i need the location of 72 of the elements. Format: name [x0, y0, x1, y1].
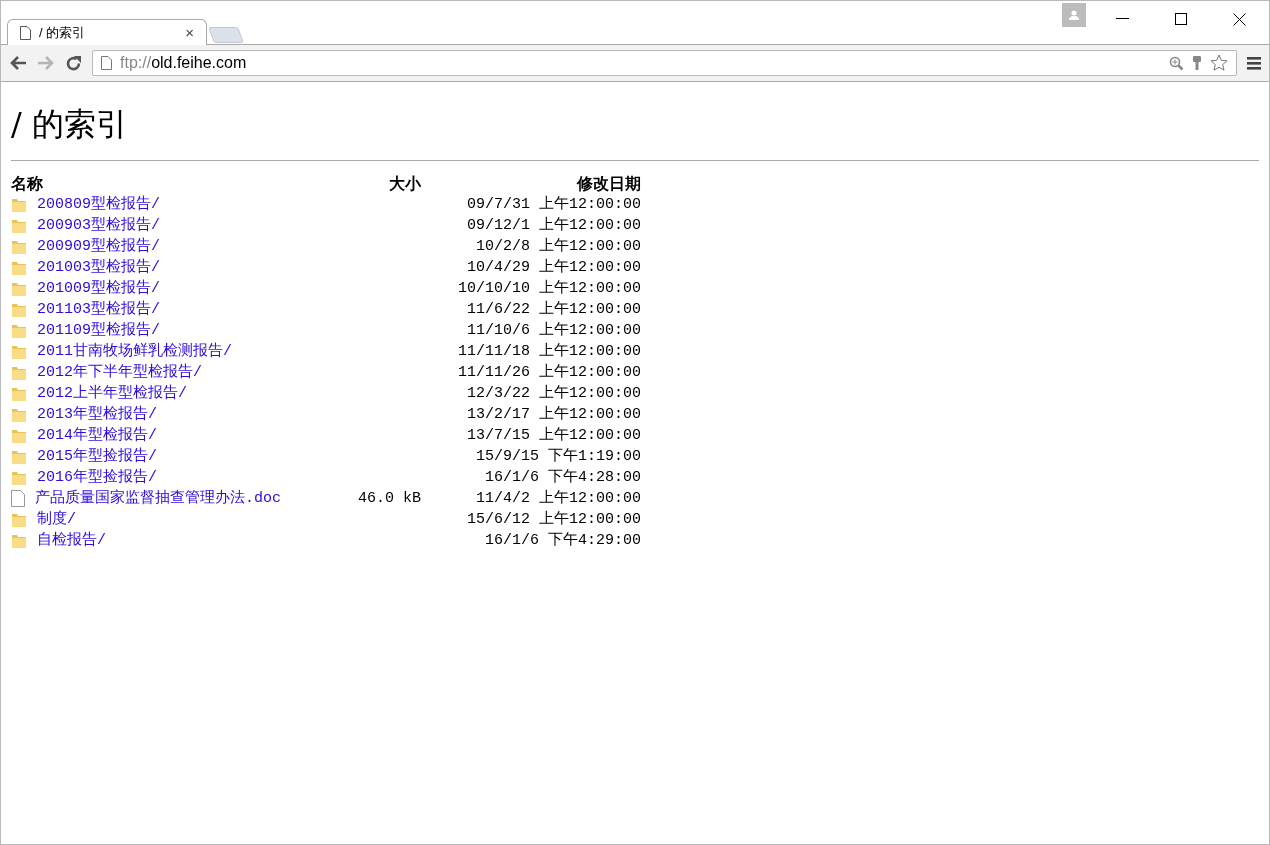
modified-date: 11/11/26 上午12:00:00 — [457, 364, 641, 381]
modified-date: 11/10/6 上午12:00:00 — [466, 322, 641, 339]
folder-link[interactable]: 2013年型检报告/ — [37, 404, 157, 425]
folder-link[interactable]: 制度/ — [37, 509, 76, 530]
modified-date: 10/10/10 上午12:00:00 — [457, 280, 641, 297]
folder-link[interactable]: 2012上半年型检报告/ — [37, 383, 187, 404]
close-tab-button[interactable]: × — [185, 25, 194, 40]
folder-link[interactable]: 200903型检报告/ — [37, 215, 160, 236]
modified-date: 12/3/22 上午12:00:00 — [466, 385, 641, 402]
folder-icon — [11, 343, 27, 360]
folder-link[interactable]: 200909型检报告/ — [37, 236, 160, 257]
modified-date: 13/7/15 上午12:00:00 — [466, 427, 641, 444]
modified-date: 11/11/18 上午12:00:00 — [457, 343, 641, 360]
zoom-icon[interactable] — [1169, 55, 1184, 71]
file-size: 46.0 kB — [358, 490, 421, 507]
folder-icon — [11, 532, 27, 549]
page-heading: / 的索引 — [11, 104, 129, 145]
file-icon — [11, 490, 25, 507]
folder-icon — [11, 238, 27, 255]
page-icon — [101, 56, 112, 70]
modified-date: 15/9/15 下午1:19:00 — [475, 448, 641, 465]
modified-date: 10/2/8 上午12:00:00 — [475, 238, 641, 255]
folder-link[interactable]: 201103型检报告/ — [37, 299, 160, 320]
folder-icon — [11, 427, 27, 444]
tab-title: / 的索引 — [39, 23, 87, 42]
file-link[interactable]: 产品质量国家监督抽查管理办法.doc — [35, 488, 281, 509]
folder-icon — [11, 448, 27, 465]
close-icon[interactable] — [1233, 13, 1246, 26]
address-bar[interactable]: ftp://old.feihe.com — [92, 50, 1237, 76]
modified-date: 09/7/31 上午12:00:00 — [466, 196, 641, 213]
modified-date: 11/6/22 上午12:00:00 — [466, 301, 641, 318]
key-icon[interactable] — [1192, 55, 1202, 71]
column-header[interactable]: 修改日期 — [421, 173, 641, 194]
folder-link[interactable]: 自检报告/ — [37, 530, 106, 551]
star-icon[interactable] — [1210, 54, 1228, 72]
folder-icon — [11, 385, 27, 402]
url-text: ftp://old.feihe.com — [120, 53, 248, 73]
folder-icon — [11, 322, 27, 339]
column-header[interactable]: 大小 — [351, 173, 421, 194]
menu-icon[interactable] — [1247, 56, 1261, 70]
folder-link[interactable]: 201003型检报告/ — [37, 257, 160, 278]
folder-icon — [11, 217, 27, 234]
folder-icon — [11, 280, 27, 297]
folder-icon — [11, 469, 27, 486]
folder-link[interactable]: 2011甘南牧场鲜乳检测报告/ — [37, 341, 232, 362]
browser-tab[interactable]: / 的索引 × — [7, 19, 207, 45]
modified-date: 13/2/17 上午12:00:00 — [466, 406, 641, 423]
folder-link[interactable]: 200809型检报告/ — [37, 194, 160, 215]
modified-date: 11/4/2 上午12:00:00 — [475, 490, 641, 507]
folder-icon — [11, 301, 27, 318]
folder-icon — [11, 511, 27, 528]
page-icon — [20, 25, 31, 40]
modified-date: 09/12/1 上午12:00:00 — [466, 217, 641, 234]
folder-link[interactable]: 2016年型捡报告/ — [37, 467, 157, 488]
modified-date: 15/6/12 上午12:00:00 — [466, 511, 641, 528]
folder-icon — [11, 196, 27, 213]
maximize-icon[interactable] — [1175, 13, 1187, 25]
folder-link[interactable]: 201109型检报告/ — [37, 320, 160, 341]
folder-link[interactable]: 201009型检报告/ — [37, 278, 160, 299]
modified-date: 10/4/29 上午12:00:00 — [466, 259, 641, 276]
folder-icon — [11, 259, 27, 276]
modified-date: 16/1/6 下午4:29:00 — [484, 532, 641, 549]
folder-icon — [11, 364, 27, 381]
folder-link[interactable]: 2014年型检报告/ — [37, 425, 157, 446]
column-header[interactable]: 名称 — [11, 173, 351, 194]
minimize-icon[interactable] — [1116, 18, 1129, 20]
folder-icon — [11, 406, 27, 423]
modified-date: 16/1/6 下午4:28:00 — [484, 469, 641, 486]
folder-link[interactable]: 2015年型捡报告/ — [37, 446, 157, 467]
folder-link[interactable]: 2012年下半年型检报告/ — [37, 362, 202, 383]
reload-icon[interactable] — [65, 54, 82, 72]
back-icon[interactable] — [9, 55, 27, 71]
